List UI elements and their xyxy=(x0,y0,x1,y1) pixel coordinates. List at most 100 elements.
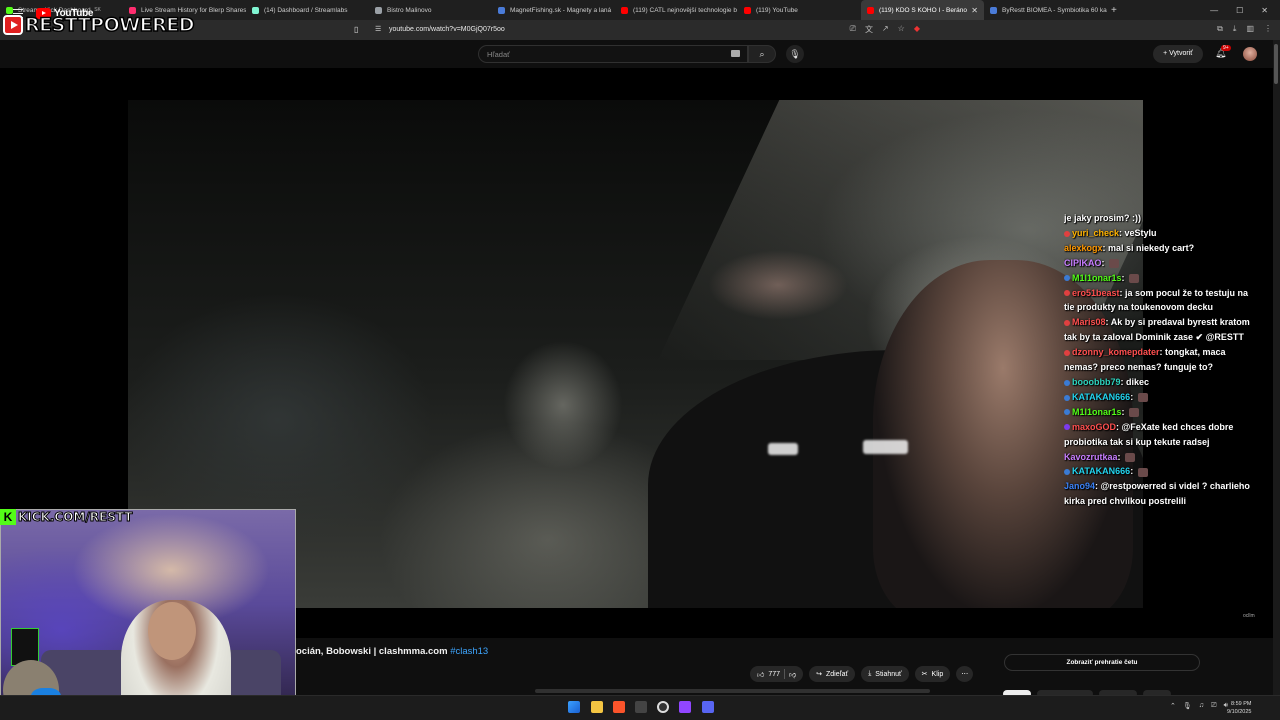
country-code: SK xyxy=(94,7,101,13)
chat-message: M1l1onar1s: xyxy=(1064,405,1278,420)
stream-chat-overlay: je jaky prosim? :)) yuri_check: veStylu al… xyxy=(1064,211,1278,509)
extension-icon[interactable]: ◆ xyxy=(914,24,920,35)
create-button[interactable]: + Vytvoriť xyxy=(1153,45,1203,63)
chat-emote-icon xyxy=(1129,407,1140,417)
headset-icon[interactable]: ♫ xyxy=(1199,702,1204,710)
file-explorer-icon[interactable] xyxy=(591,701,603,713)
extensions-icon[interactable]: ⧉ xyxy=(1217,24,1223,34)
site-info-icon[interactable]: ☰ xyxy=(375,25,381,33)
chat-username: M1l1onar1s xyxy=(1072,272,1122,283)
downloads-icon[interactable]: ⤓ xyxy=(1233,24,1237,34)
chat-text: probiotika tak si kup tekute radsej xyxy=(1064,436,1210,447)
chat-message: M1l1onar1s: xyxy=(1064,271,1278,286)
clock-time: 8:59 PM xyxy=(1230,701,1252,707)
browser-tab[interactable]: (119) CATL nejnovější technologie b xyxy=(615,0,738,20)
taskbar-app-icon[interactable] xyxy=(635,701,647,713)
tab-label: (14) Dashboard / Streamlabs xyxy=(264,6,348,14)
chat-username: KATAKAN666 xyxy=(1072,391,1131,402)
chat-username: dzonny_komepdater xyxy=(1072,347,1160,358)
browser-tab[interactable]: (119) YouTube xyxy=(738,0,861,20)
chat-emote-icon xyxy=(1137,467,1148,477)
maximize-icon[interactable]: ☐ xyxy=(1236,6,1243,15)
download-button[interactable]: ⤓ Stiahnuť xyxy=(861,666,909,682)
chat-message: KATAKAN666: xyxy=(1064,464,1278,479)
mic-tray-icon[interactable]: 🎙︎ xyxy=(1183,702,1192,710)
chat-text: tongkat, maca xyxy=(1165,347,1226,358)
close-window-icon[interactable]: ✕ xyxy=(1261,6,1268,15)
brave-browser-icon[interactable] xyxy=(613,701,625,713)
chat-message: booobbb79: dikec xyxy=(1064,375,1278,390)
chat-message: je jaky prosim? :)) xyxy=(1064,211,1278,226)
create-label: Vytvoriť xyxy=(1169,50,1193,57)
chat-username: ero51beast xyxy=(1072,287,1120,298)
clock-date: 9/10/2025 xyxy=(1227,709,1252,715)
start-icon[interactable] xyxy=(568,701,580,713)
discord-icon[interactable] xyxy=(702,701,714,713)
browser-tab[interactable]: ByRestt BIOMEA - Symbiotika 60 kap xyxy=(984,0,1107,20)
chat-message: Jano94: @restpowerred si videl ? charlie… xyxy=(1064,481,1250,492)
chat-badge-icon xyxy=(1064,349,1070,356)
chat-message: dzonny_komepdater: tongkat, maca xyxy=(1064,345,1278,360)
dislike-icon[interactable]: 👎︎ xyxy=(789,670,796,679)
tab-favicon-icon xyxy=(129,6,136,14)
show-chat-replay-button[interactable]: Zobraziť prehratie četu xyxy=(1004,654,1200,671)
chat-message: Maris08: Ak by si predaval byrestt krato… xyxy=(1064,315,1278,330)
menu-dots-icon[interactable]: ⋮ xyxy=(1264,24,1272,34)
browser-tab[interactable]: MagnetFishing.sk - Magnety a laná xyxy=(492,0,615,20)
tab-favicon-icon xyxy=(498,6,505,14)
minimize-icon[interactable]: — xyxy=(1210,6,1218,15)
network-icon[interactable]: ⎚ xyxy=(1211,702,1217,710)
chat-text: kirka pred chvilkou postrelili xyxy=(1064,496,1187,507)
url-text[interactable]: youtube.com/watch?v=M0GjQ07r5oo xyxy=(389,26,505,33)
search-input[interactable]: Hľadať xyxy=(478,45,748,63)
video-hashtag[interactable]: #clash13 xyxy=(450,646,488,657)
keyboard-icon[interactable] xyxy=(731,50,740,57)
tray-chevron-icon[interactable]: ⌃ xyxy=(1170,702,1176,710)
sidebar-icon[interactable]: ▥ xyxy=(1246,24,1254,34)
share-button[interactable]: ↪ Zdieľať xyxy=(809,666,856,682)
voice-search-button[interactable]: 🎙︎ xyxy=(786,45,804,63)
chat-badge-icon xyxy=(1064,379,1070,386)
browser-tab[interactable]: (14) Dashboard / Streamlabs xyxy=(246,0,369,20)
tab-label: MagnetFishing.sk - Magnety a laná xyxy=(510,6,612,14)
youtube-brand-icon xyxy=(3,15,23,35)
browser-tab[interactable]: (119) KDO S KOHO I - Beráno ✕ xyxy=(861,0,984,20)
video-title: ocián, Bobowski | clashmma.com #clash13 xyxy=(296,646,488,657)
clip-button[interactable]: ✂ Klip xyxy=(914,666,951,682)
like-count[interactable]: 777 xyxy=(768,671,780,678)
share-page-icon[interactable]: ↗ xyxy=(882,24,889,35)
star-icon[interactable]: ☆ xyxy=(898,24,905,35)
chat-message: probiotika tak si kup tekute radsej xyxy=(1064,435,1278,450)
chat-message: Kavozrutkaa: xyxy=(1064,450,1278,465)
taskbar-clock[interactable]: 8:59 PM 9/10/2025 xyxy=(1227,700,1251,716)
install-app-icon[interactable]: ⎚ xyxy=(850,24,856,35)
chat-emote-icon xyxy=(1125,452,1136,462)
chat-message: alexkogx: mal si niekedy cart? xyxy=(1064,242,1195,253)
chat-badge-icon xyxy=(1064,469,1070,476)
more-actions-button[interactable]: ⋯ xyxy=(956,666,974,682)
bookmark-icon[interactable]: ▯ xyxy=(354,25,358,34)
chat-username: Jano94 xyxy=(1064,481,1096,492)
tab-label: (119) CATL nejnovější technologie b xyxy=(633,6,737,14)
obs-icon[interactable] xyxy=(657,701,669,713)
window-controls: — ☐ ✕ xyxy=(1210,0,1280,20)
horizontal-scrollbar[interactable] xyxy=(535,689,930,693)
translate-icon[interactable]: 文 xyxy=(865,24,873,35)
like-icon[interactable]: 👍︎ xyxy=(757,670,764,679)
new-tab-icon[interactable]: + xyxy=(1111,5,1117,16)
webcam-overlay xyxy=(0,509,296,720)
stream-brand-logo: RESTTPOWERED xyxy=(3,13,195,37)
twitch-icon[interactable] xyxy=(679,701,691,713)
chat-message: maxoGOD: @FeXate ked chces dobre xyxy=(1064,420,1278,435)
scrollbar-thumb[interactable] xyxy=(1274,44,1278,84)
kick-url-text: KICK.COM/RESTT xyxy=(18,510,133,525)
like-dislike-group: 👍︎ 777 👎︎ xyxy=(750,666,804,682)
browser-tab[interactable]: Bistro Malinovo xyxy=(369,0,492,20)
chat-emote-icon xyxy=(1129,273,1140,283)
search-button[interactable]: ⌕ xyxy=(748,45,776,63)
tab-close-icon[interactable]: ✕ xyxy=(971,6,978,15)
share-icon: ↪ xyxy=(816,671,822,678)
avatar[interactable] xyxy=(1243,47,1257,61)
kick-url-label: K KICK.COM/RESTT xyxy=(0,509,133,525)
kick-icon: K xyxy=(0,509,16,525)
